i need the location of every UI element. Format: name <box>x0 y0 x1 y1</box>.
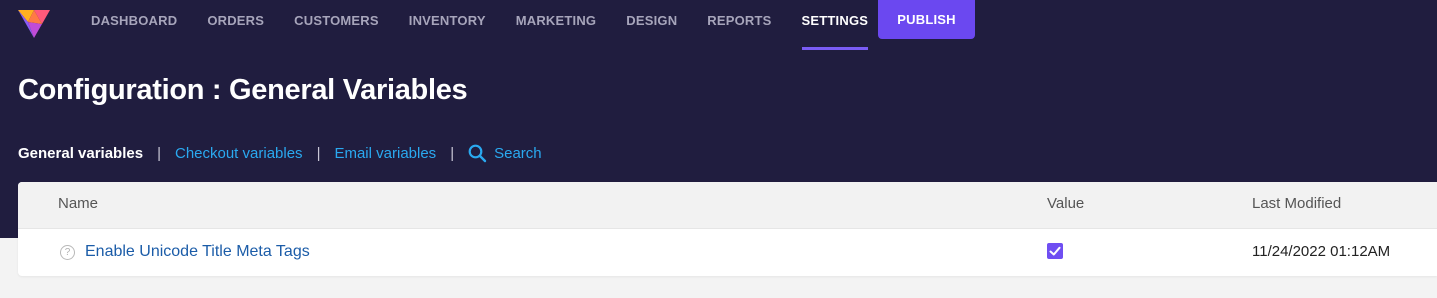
subnav-divider: | <box>450 144 455 162</box>
nav-item-design[interactable]: DESIGN <box>611 0 692 42</box>
nav-item-orders[interactable]: ORDERS <box>192 0 279 42</box>
subnav-divider: | <box>316 144 321 162</box>
nav-item-inventory[interactable]: INVENTORY <box>394 0 501 42</box>
variables-table: Name Value Last Modified ? Enable Unicod… <box>18 182 1437 276</box>
subnav-divider: | <box>157 144 161 162</box>
column-header-value[interactable]: Value <box>1047 195 1084 212</box>
table-row: ? Enable Unicode Title Meta Tags 11/24/2… <box>18 228 1437 276</box>
subnav: General variables | Checkout variables |… <box>18 143 542 163</box>
column-header-last-modified[interactable]: Last Modified <box>1252 195 1341 212</box>
subnav-checkout-variables[interactable]: Checkout variables <box>175 145 303 162</box>
search-link[interactable]: Search <box>468 144 542 163</box>
publish-button[interactable]: PUBLISH <box>878 0 975 39</box>
nav-item-reports[interactable]: REPORTS <box>692 0 786 42</box>
app-logo-icon[interactable] <box>16 2 52 40</box>
subnav-general-variables[interactable]: General variables <box>18 145 143 162</box>
subnav-email-variables[interactable]: Email variables <box>334 145 436 162</box>
table-header: Name Value Last Modified <box>18 182 1437 228</box>
variable-name-link[interactable]: Enable Unicode Title Meta Tags <box>85 243 310 261</box>
search-icon <box>468 144 487 162</box>
search-label: Search <box>494 144 542 162</box>
nav-item-marketing[interactable]: MARKETING <box>501 0 612 42</box>
nav-item-dashboard[interactable]: DASHBOARD <box>76 0 192 42</box>
last-modified-date: 11/24/2022 01:12AM <box>1252 243 1391 260</box>
checkmark-icon <box>1049 246 1061 256</box>
page-title: Configuration : General Variables <box>18 74 468 106</box>
column-header-name[interactable]: Name <box>58 195 98 212</box>
main-nav: DASHBOARD ORDERS CUSTOMERS INVENTORY MAR… <box>76 0 883 50</box>
nav-item-customers[interactable]: CUSTOMERS <box>279 0 394 42</box>
value-checkbox[interactable] <box>1047 243 1063 259</box>
nav-item-settings[interactable]: SETTINGS <box>787 0 884 50</box>
help-icon[interactable]: ? <box>60 245 75 260</box>
